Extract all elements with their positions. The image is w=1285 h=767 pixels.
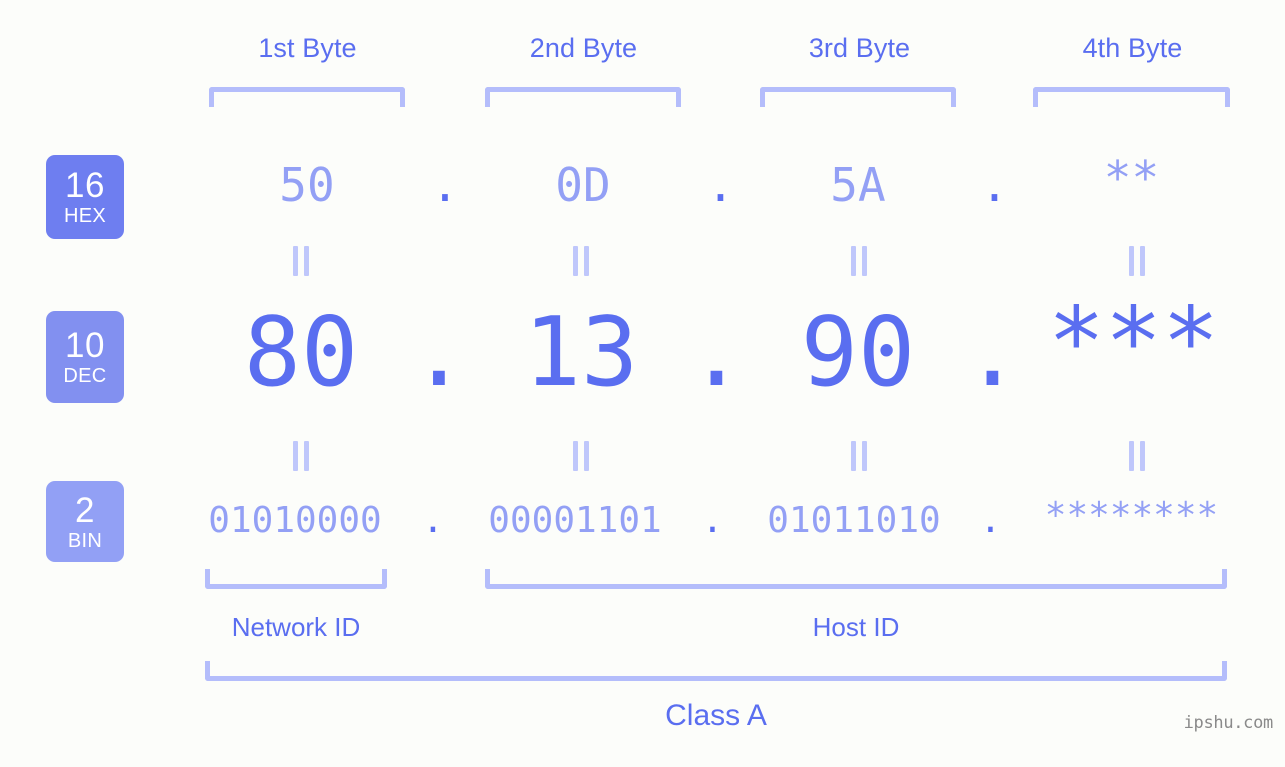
byte-header-1: 1st Byte: [258, 33, 357, 63]
hex-byte-3: 5A: [830, 158, 886, 212]
hex-separator-1: .: [431, 158, 459, 212]
equivalence-mark-dec-bin-1: [292, 441, 310, 471]
hex-separator-3: .: [980, 158, 1009, 212]
dec-separator-2: .: [687, 298, 746, 408]
hex-byte-4: **: [1103, 151, 1160, 205]
equivalence-mark-hex-dec-3: [850, 246, 868, 276]
network-id-bracket: [205, 569, 387, 589]
equivalence-mark-dec-bin-3: [850, 441, 868, 471]
host-id-bracket: [485, 569, 1227, 589]
base-badge-hex-name: HEX: [63, 205, 107, 227]
dec-byte-3: 90: [800, 298, 916, 408]
bin-byte-2: 00001101: [488, 500, 662, 541]
dec-byte-4: ***: [1047, 288, 1220, 398]
bin-byte-4: ********: [1044, 495, 1219, 536]
byte-bracket-1: [209, 87, 405, 107]
bin-separator-1: .: [422, 500, 444, 541]
equivalence-mark-dec-bin-4: [1128, 441, 1146, 471]
hex-byte-1: 50: [279, 158, 335, 212]
base-badge-bin-name: BIN: [67, 529, 103, 552]
base-badge-dec-number: 10: [65, 326, 105, 365]
base-badge-hex-number: 16: [65, 166, 105, 205]
base-badge-dec: 10 DEC: [46, 311, 124, 403]
byte-header-4: 4th Byte: [1082, 33, 1183, 63]
class-bracket: [205, 661, 1227, 681]
base-badge-hex: 16 HEX: [46, 155, 124, 239]
dec-separator-3: .: [963, 298, 1022, 408]
base-badge-bin: 2 BIN: [46, 481, 124, 562]
hex-byte-2: 0D: [555, 158, 611, 212]
byte-bracket-3: [760, 87, 956, 107]
site-watermark: ipshu.com: [1183, 713, 1274, 733]
bin-separator-2: .: [701, 500, 724, 541]
class-label: Class A: [665, 699, 767, 732]
ip-address-breakdown-diagram: 1st Byte 2nd Byte 3rd Byte 4th Byte 16 H…: [0, 0, 1285, 767]
base-badge-bin-number: 2: [75, 490, 95, 530]
bin-separator-3: .: [979, 500, 1002, 541]
equivalence-mark-dec-bin-2: [572, 441, 590, 471]
byte-header-3: 3rd Byte: [808, 33, 911, 63]
byte-bracket-2: [485, 87, 681, 107]
dec-byte-1: 80: [243, 298, 359, 408]
equivalence-mark-hex-dec-2: [572, 246, 590, 276]
network-id-label: Network ID: [231, 612, 361, 642]
equivalence-mark-hex-dec-4: [1128, 246, 1146, 276]
equivalence-mark-hex-dec-1: [292, 246, 310, 276]
host-id-label: Host ID: [812, 612, 900, 642]
bin-byte-3: 01011010: [767, 500, 941, 541]
dec-byte-2: 13: [523, 298, 639, 408]
base-badge-dec-name: DEC: [63, 365, 107, 387]
bin-byte-1: 01010000: [208, 500, 382, 541]
byte-bracket-4: [1033, 87, 1230, 107]
dec-separator-1: .: [410, 298, 468, 408]
hex-separator-2: .: [706, 158, 735, 212]
byte-header-2: 2nd Byte: [529, 33, 638, 63]
